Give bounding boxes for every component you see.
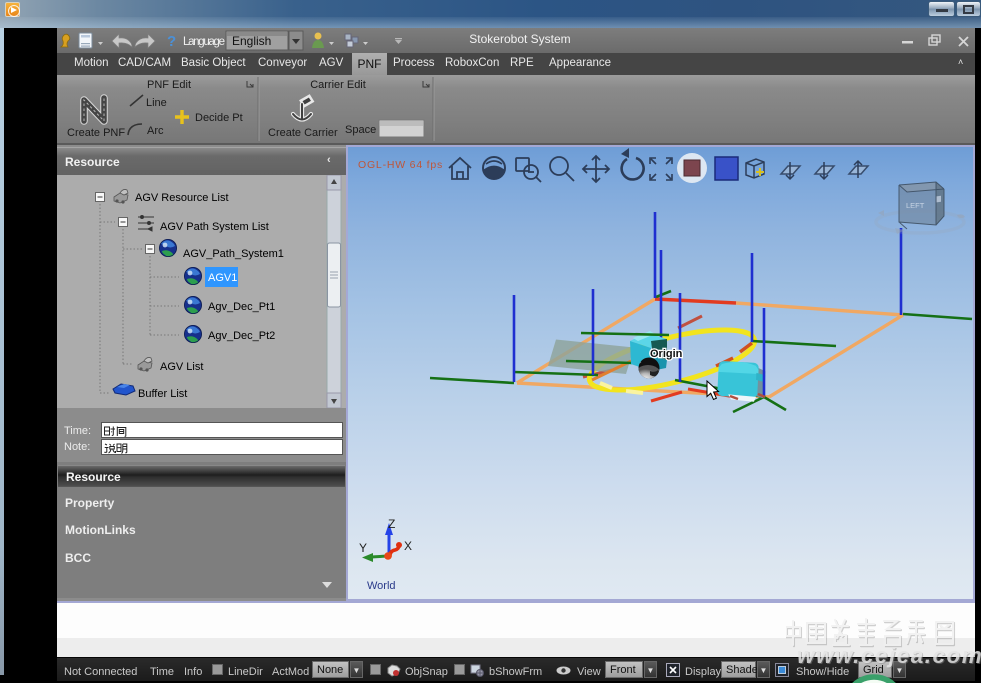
svg-text:World: World <box>367 580 396 592</box>
svg-text:Agv_Dec_Pt1: Agv_Dec_Pt1 <box>208 301 275 313</box>
svg-text:PNF Edit: PNF Edit <box>147 79 191 91</box>
svg-text:Create Carrier: Create Carrier <box>268 127 338 139</box>
svg-text:Language: Language <box>183 36 225 48</box>
svg-text:Stokerobot System: Stokerobot System <box>469 32 570 46</box>
svg-text:Y: Y <box>359 541 367 555</box>
svg-text:AGV Path System List: AGV Path System List <box>160 221 269 233</box>
svg-text:Create PNF: Create PNF <box>67 127 125 139</box>
svg-text:OGL-HW 64 fps: OGL-HW 64 fps <box>358 159 443 171</box>
svg-text:Line: Line <box>146 97 167 109</box>
svg-text:Agv_Dec_Pt2: Agv_Dec_Pt2 <box>208 330 275 342</box>
svg-text:AGV_Path_System1: AGV_Path_System1 <box>183 248 284 260</box>
svg-text:Decide Pt: Decide Pt <box>195 112 243 124</box>
svg-text:Z: Z <box>388 517 395 531</box>
svg-text:?: ? <box>167 33 176 50</box>
svg-text:Space: Space <box>345 124 376 136</box>
svg-text:Buffer List: Buffer List <box>138 388 187 400</box>
svg-text:Carrier Edit: Carrier Edit <box>310 79 366 91</box>
svg-text:AGV1: AGV1 <box>208 272 237 284</box>
svg-text:X: X <box>404 539 412 553</box>
svg-text:Arc: Arc <box>147 125 164 137</box>
svg-text:English: English <box>232 34 271 48</box>
svg-text:www.cejea.com: www.cejea.com <box>797 643 981 668</box>
svg-text:AGV List: AGV List <box>160 361 203 373</box>
svg-text:Origin: Origin <box>650 348 683 360</box>
svg-text:AGV Resource List: AGV Resource List <box>135 192 229 204</box>
svg-text:LEFT: LEFT <box>906 201 925 210</box>
